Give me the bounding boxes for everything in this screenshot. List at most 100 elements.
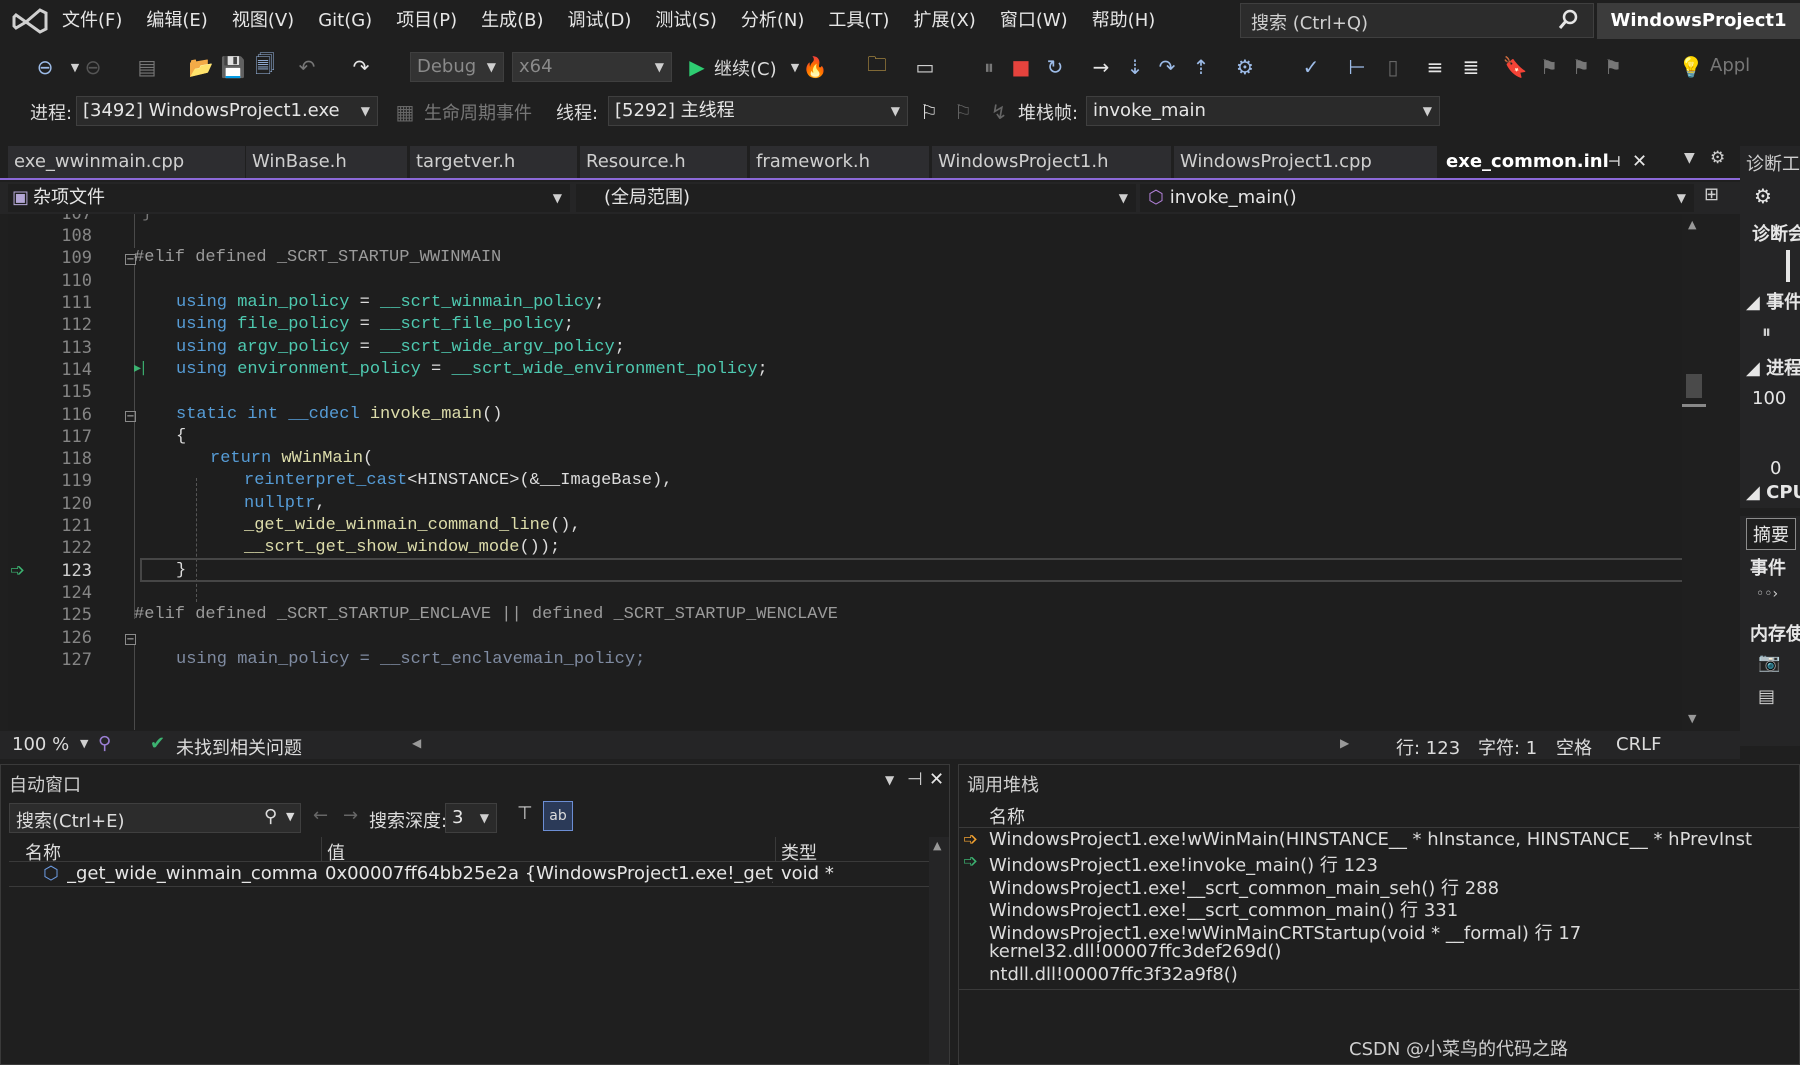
pin-to-source-icon[interactable]: ⊤	[517, 803, 533, 824]
step-over-icon[interactable]: ↷	[1152, 46, 1182, 88]
solution-configuration-select[interactable]: Debug ▼	[410, 52, 504, 82]
camera-snapshot-icon[interactable]: 📷	[1758, 652, 1780, 673]
tab-exe-common-inl[interactable]: exe_common.inl ⊣ ✕	[1440, 146, 1656, 178]
diagnostic-tools-icon[interactable]: ⚙	[1230, 46, 1260, 88]
menu-help[interactable]: 帮助(H)	[1092, 0, 1170, 42]
bookmark-next-icon[interactable]: ⚑	[1566, 46, 1596, 88]
tab-summary[interactable]: 摘要	[1746, 518, 1796, 550]
browse-folder-icon[interactable]: 🗀	[862, 46, 892, 88]
split-window-icon[interactable]: ⊞	[1704, 184, 1719, 205]
collapse-toggle-icon[interactable]: −	[125, 411, 136, 422]
scroll-right-icon[interactable]: ▶	[1340, 736, 1349, 750]
restart-icon[interactable]: ↻	[1040, 46, 1070, 88]
save-icon[interactable]: 💾	[218, 46, 248, 88]
bookmark-prev-icon[interactable]: ⚑	[1534, 46, 1564, 88]
menu-extensions[interactable]: 扩展(X)	[913, 0, 989, 42]
solution-name-badge[interactable]: WindowsProject1	[1597, 3, 1800, 39]
call-stack-frame[interactable]: kernel32.dll!00007ffc3def269d()	[989, 941, 1281, 962]
chevron-down-icon[interactable]: ▼	[80, 737, 88, 750]
toggle-panel-icon[interactable]: ▯	[1378, 46, 1408, 88]
menu-analyze[interactable]: 分析(N)	[741, 0, 819, 42]
application-window-icon[interactable]: ▭	[910, 46, 940, 88]
back-icon[interactable]: ⊖	[30, 46, 60, 88]
stop-debugging-icon[interactable]: ■	[1006, 46, 1036, 88]
continue-play-icon[interactable]: ▶	[682, 46, 712, 88]
autos-vertical-scrollbar[interactable]: ▲	[929, 837, 949, 1064]
search-forward-icon[interactable]: →	[343, 805, 358, 826]
redo-icon[interactable]: ↷	[346, 46, 376, 88]
application-insights-label[interactable]: Appl	[1710, 55, 1750, 76]
menu-git[interactable]: Git(G)	[318, 0, 386, 42]
process-select[interactable]: [3492] WindowsProject1.exe ▼	[76, 96, 378, 126]
menu-test[interactable]: 测试(S)	[655, 0, 730, 42]
tab-winbase-h[interactable]: WinBase.h	[246, 146, 408, 178]
pause-icon[interactable]: ⏸	[1762, 322, 1771, 343]
scroll-up-icon[interactable]: ▲	[1688, 218, 1696, 231]
scroll-left-icon[interactable]: ◀	[412, 736, 421, 750]
call-stack-frame[interactable]: ntdll.dll!00007ffc3f32a9f8()	[989, 964, 1238, 985]
run-to-cursor-icon[interactable]: ▸|	[134, 360, 146, 376]
lifecycle-events-icon[interactable]: ▦	[390, 91, 420, 133]
lightbulb-icon[interactable]: 💡	[1676, 46, 1706, 88]
global-search-box[interactable]: 搜索 (Ctrl+Q)	[1240, 3, 1594, 38]
editor-vertical-scrollbar[interactable]: ▲ ▼	[1682, 214, 1706, 730]
chevron-down-icon[interactable]: ▼	[286, 810, 294, 823]
code-editor[interactable]: 107 108 109 110 111 112 113 114 115 116 …	[8, 214, 1698, 730]
new-project-icon[interactable]: ▤	[132, 46, 162, 88]
variable-name[interactable]: _get_wide_winmain_command_line	[67, 863, 317, 884]
table-row[interactable]: ⬡ _get_wide_winmain_command_line 0x00007…	[9, 862, 929, 887]
tab-overflow-icon[interactable]: ▼	[1684, 150, 1695, 166]
close-icon[interactable]: ✕	[1632, 146, 1647, 178]
window-position-dropdown-icon[interactable]: ▼	[885, 773, 894, 787]
menu-window[interactable]: 窗口(W)	[1000, 0, 1082, 42]
menu-build[interactable]: 生成(B)	[481, 0, 557, 42]
process-memory-section-header[interactable]: ◢ 进程	[1746, 354, 1800, 380]
column-header-name[interactable]: 名称	[989, 803, 1025, 829]
tab-windowsproject1-cpp[interactable]: WindowsProject1.cpp	[1174, 146, 1438, 178]
menu-debug[interactable]: 调试(D)	[568, 0, 646, 42]
open-folder-icon[interactable]: 📂	[186, 46, 216, 88]
locate-icon[interactable]: ⊢	[1342, 46, 1372, 88]
menu-file[interactable]: 文件(F)	[62, 0, 136, 42]
gear-icon[interactable]: ⚙	[1754, 184, 1772, 208]
bookmark-clear-icon[interactable]: ⚑	[1598, 46, 1628, 88]
collapse-toggle-icon[interactable]: −	[125, 634, 136, 645]
forward-icon[interactable]: ⊖	[78, 46, 108, 88]
autos-search-input[interactable]: 搜索(Ctrl+E) ⚲ ▼	[9, 803, 301, 833]
search-depth-select[interactable]: 3 ▼	[445, 803, 497, 833]
hot-reload-icon[interactable]: 🔥	[800, 46, 830, 88]
scroll-up-icon[interactable]: ▲	[933, 839, 941, 852]
heap-icon[interactable]: ▤	[1758, 686, 1775, 707]
tab-resource-h[interactable]: Resource.h	[580, 146, 748, 178]
pin-icon[interactable]: ⊣	[907, 769, 923, 790]
project-scope-select[interactable]: ▣ 杂项文件 ▼	[8, 184, 570, 212]
diagnostic-tools-tab[interactable]: 诊断工	[1746, 150, 1800, 176]
lifecycle-events-button[interactable]: 生命周期事件	[424, 99, 532, 125]
break-all-icon[interactable]: ⏸	[974, 46, 1004, 88]
stack-frame-select[interactable]: invoke_main ▼	[1086, 96, 1440, 126]
comment-icon[interactable]: ≣	[1456, 46, 1486, 88]
member-select[interactable]: ⬡ invoke_main() ▼	[1140, 184, 1694, 212]
scrollbar-thumb[interactable]	[1686, 374, 1702, 398]
line-indicator[interactable]: 行: 123	[1396, 734, 1460, 760]
step-into-icon[interactable]: ⇣	[1120, 46, 1150, 88]
zoom-level[interactable]: 100 %	[12, 734, 69, 755]
spell-check-icon[interactable]: ✓	[1296, 46, 1326, 88]
menu-project[interactable]: 项目(P)	[396, 0, 471, 42]
save-all-icon[interactable]: 🗐	[250, 46, 280, 88]
bookmark-icon[interactable]: 🔖	[1500, 46, 1530, 88]
tab-exe-wwinmain-cpp[interactable]: exe_wwinmain.cpp	[8, 146, 246, 178]
call-stack-frame[interactable]: WindowsProject1.exe!wWinMain(HINSTANCE__…	[989, 829, 1752, 850]
show-events-icon[interactable]: ◦◦›	[1756, 586, 1778, 602]
undo-icon[interactable]: ↶	[292, 46, 322, 88]
breakpoint-gutter[interactable]	[8, 214, 38, 730]
visual-studio-logo-icon[interactable]	[12, 6, 48, 36]
scroll-down-icon[interactable]: ▼	[1688, 712, 1696, 725]
issues-status[interactable]: 未找到相关问题	[176, 734, 302, 760]
variable-value[interactable]: 0x00007ff64bb25e2a {WindowsProject1.exe!…	[325, 863, 773, 884]
continue-button[interactable]: 继续(C)	[714, 55, 777, 81]
gear-icon[interactable]: ⚙	[1710, 148, 1725, 168]
tab-framework-h[interactable]: framework.h	[750, 146, 930, 178]
tab-targetver-h[interactable]: targetver.h	[410, 146, 578, 178]
show-external-code-icon[interactable]: ↯	[984, 91, 1014, 133]
